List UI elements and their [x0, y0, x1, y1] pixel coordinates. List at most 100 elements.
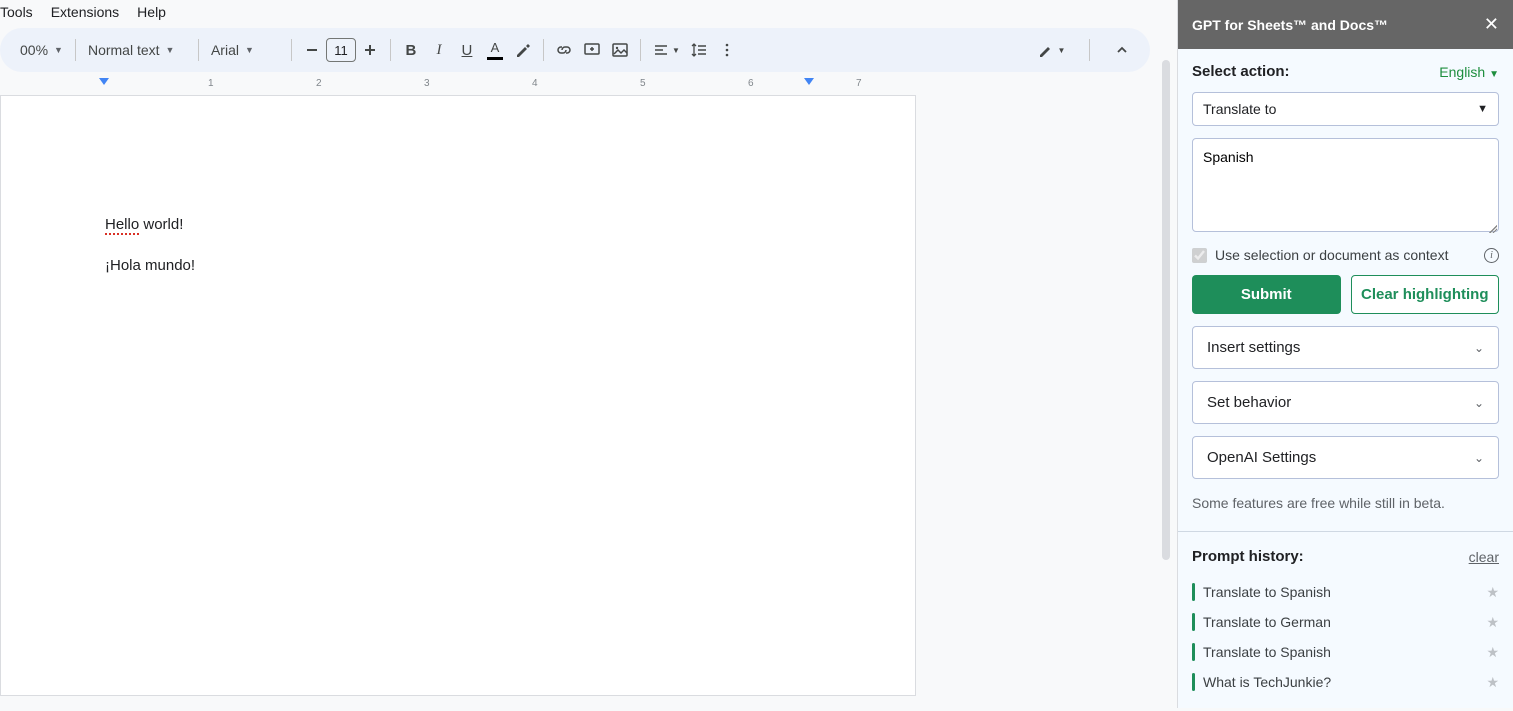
underline-button[interactable]: U — [453, 36, 481, 64]
star-icon[interactable]: ★ — [1486, 614, 1499, 631]
zoom-dropdown[interactable]: 00% ▼ — [14, 36, 69, 64]
ruler-number: 2 — [316, 78, 322, 89]
resize-grip-icon[interactable] — [1487, 223, 1497, 233]
openai-settings-panel[interactable]: OpenAI Settings ⌄ — [1192, 436, 1499, 479]
caret-down-icon: ▼ — [245, 45, 254, 55]
document-line[interactable]: Hello world! — [105, 216, 811, 233]
menu-tools[interactable]: Tools — [0, 4, 33, 20]
star-icon[interactable]: ★ — [1486, 584, 1499, 601]
gpt-sidebar: GPT for Sheets™ and Docs™ ✕ Select actio… — [1177, 0, 1513, 708]
separator — [390, 39, 391, 61]
sidebar-title: GPT for Sheets™ and Docs™ — [1192, 17, 1388, 33]
bold-button[interactable]: B — [397, 36, 425, 64]
caret-down-icon: ▼ — [54, 45, 63, 55]
font-decrease-button[interactable] — [298, 36, 326, 64]
ruler-number: 1 — [208, 78, 214, 89]
ruler-number: 4 — [532, 78, 538, 89]
font-value: Arial — [211, 42, 239, 58]
action-select[interactable]: Translate to ▼ — [1192, 92, 1499, 126]
separator — [198, 39, 199, 61]
star-icon[interactable]: ★ — [1486, 644, 1499, 661]
panel-label: Insert settings — [1207, 339, 1300, 356]
insert-link-button[interactable] — [550, 36, 578, 64]
history-text: Translate to Spanish — [1203, 644, 1331, 660]
ruler-number: 7 — [856, 78, 862, 89]
scrollbar[interactable] — [1162, 60, 1170, 560]
close-icon[interactable]: ✕ — [1484, 14, 1499, 35]
history-text: What is TechJunkie? — [1203, 674, 1331, 690]
left-indent-marker[interactable] — [99, 78, 109, 85]
insert-settings-panel[interactable]: Insert settings ⌄ — [1192, 326, 1499, 369]
info-icon[interactable]: i — [1484, 248, 1499, 263]
font-size-input[interactable]: 11 — [326, 38, 356, 62]
highlight-color-button[interactable] — [509, 36, 537, 64]
style-value: Normal text — [88, 42, 160, 58]
document-line[interactable]: ¡Hola mundo! — [105, 257, 811, 274]
menu-extensions[interactable]: Extensions — [51, 4, 119, 20]
ruler-number: 5 — [640, 78, 646, 89]
align-button[interactable]: ▼ — [647, 36, 685, 64]
collapse-toolbar-button[interactable] — [1108, 36, 1136, 64]
chevron-down-icon: ▼ — [1477, 103, 1488, 115]
chevron-down-icon: ⌄ — [1474, 341, 1484, 355]
clear-history-link[interactable]: clear — [1469, 549, 1499, 565]
add-comment-button[interactable] — [578, 36, 606, 64]
history-item[interactable]: Translate to German ★ — [1192, 607, 1499, 637]
more-button[interactable] — [713, 36, 741, 64]
ruler-number: 3 — [424, 78, 430, 89]
insert-image-button[interactable] — [606, 36, 634, 64]
chevron-down-icon: ⌄ — [1474, 396, 1484, 410]
history-marker — [1192, 613, 1195, 631]
history-marker — [1192, 673, 1195, 691]
history-title: Prompt history: — [1192, 548, 1304, 565]
history-list: Translate to Spanish ★ Translate to Germ… — [1192, 577, 1499, 697]
history-text: Translate to German — [1203, 614, 1331, 630]
separator — [75, 39, 76, 61]
separator — [543, 39, 544, 61]
line-spacing-button[interactable] — [685, 36, 713, 64]
beta-note: Some features are free while still in be… — [1192, 491, 1499, 515]
ruler[interactable]: 1 2 3 4 5 6 7 — [0, 78, 916, 96]
set-behavior-panel[interactable]: Set behavior ⌄ — [1192, 381, 1499, 424]
separator — [640, 39, 641, 61]
sidebar-header: GPT for Sheets™ and Docs™ ✕ — [1178, 0, 1513, 49]
toolbar: 00% ▼ Normal text ▼ Arial ▼ 11 B I U A ▼… — [0, 28, 1150, 72]
history-item[interactable]: Translate to Spanish ★ — [1192, 577, 1499, 607]
history-marker — [1192, 643, 1195, 661]
italic-button[interactable]: I — [425, 36, 453, 64]
caret-down-icon: ▼ — [166, 45, 175, 55]
context-checkbox[interactable] — [1192, 248, 1207, 263]
history-text: Translate to Spanish — [1203, 584, 1331, 600]
menu-help[interactable]: Help — [137, 4, 166, 20]
right-indent-marker[interactable] — [804, 78, 814, 85]
context-checkbox-label: Use selection or document as context — [1215, 247, 1448, 263]
history-marker — [1192, 583, 1195, 601]
prompt-textarea[interactable] — [1192, 138, 1499, 232]
history-item[interactable]: Translate to Spanish ★ — [1192, 637, 1499, 667]
language-dropdown[interactable]: English ▼ — [1439, 64, 1499, 80]
history-item[interactable]: What is TechJunkie? ★ — [1192, 667, 1499, 697]
spellcheck-word[interactable]: Hello — [105, 216, 139, 235]
chevron-down-icon: ▼ — [1489, 69, 1499, 80]
star-icon[interactable]: ★ — [1486, 674, 1499, 691]
font-increase-button[interactable] — [356, 36, 384, 64]
action-value: Translate to — [1203, 101, 1276, 117]
separator — [291, 39, 292, 61]
ruler-number: 6 — [748, 78, 754, 89]
text-color-button[interactable]: A — [481, 36, 509, 64]
paragraph-style-dropdown[interactable]: Normal text ▼ — [82, 36, 192, 64]
zoom-value: 00% — [20, 42, 48, 58]
separator — [1089, 39, 1090, 61]
panel-label: OpenAI Settings — [1207, 449, 1316, 466]
text: world! — [139, 216, 183, 233]
clear-highlighting-button[interactable]: Clear highlighting — [1351, 275, 1500, 314]
language-value: English — [1439, 64, 1485, 80]
font-dropdown[interactable]: Arial ▼ — [205, 36, 285, 64]
select-action-label: Select action: — [1192, 63, 1290, 80]
document-page[interactable]: Hello world! ¡Hola mundo! — [0, 96, 916, 696]
editing-mode-button[interactable]: ▼ — [1031, 36, 1071, 64]
panel-label: Set behavior — [1207, 394, 1291, 411]
submit-button[interactable]: Submit — [1192, 275, 1341, 314]
divider — [1178, 531, 1513, 532]
chevron-down-icon: ⌄ — [1474, 451, 1484, 465]
